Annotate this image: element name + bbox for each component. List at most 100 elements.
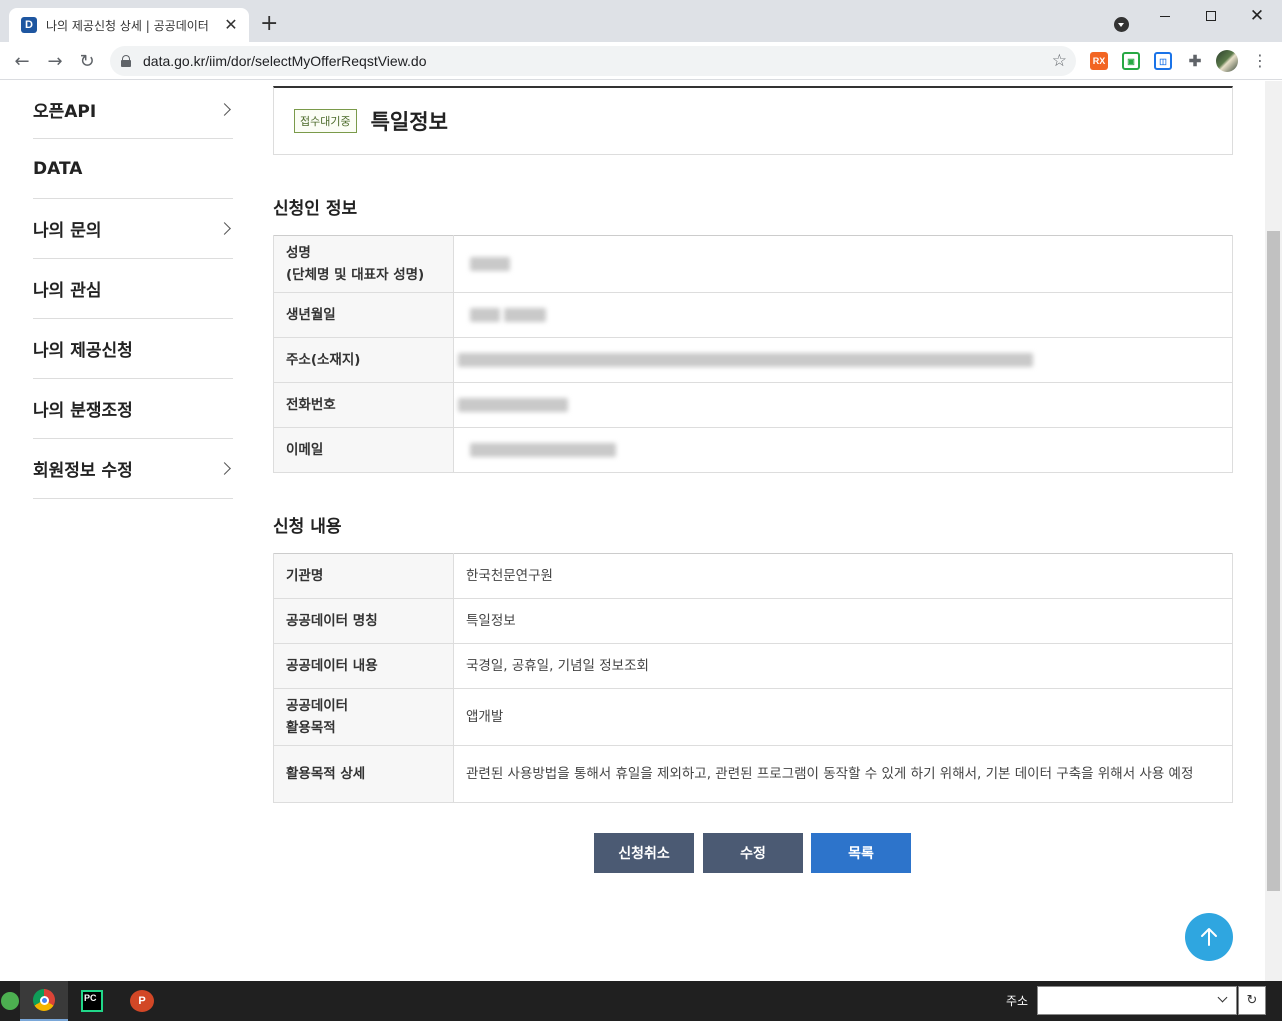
email-value-redacted bbox=[453, 427, 1233, 473]
url-text[interactable]: data.go.kr/iim/dor/selectMyOfferReqstVie… bbox=[143, 53, 1052, 69]
sidebar-item-label: 회원정보 수정 bbox=[33, 461, 133, 481]
sidebar-item-my-dispute[interactable]: 나의 분쟁조정 bbox=[33, 379, 233, 439]
sidebar-item-label: 나의 분쟁조정 bbox=[33, 401, 133, 421]
tab-title: 나의 제공신청 상세 | 공공데이터 bbox=[46, 18, 209, 33]
arrow-up-icon bbox=[1201, 928, 1217, 946]
chevron-down-icon[interactable] bbox=[1217, 992, 1228, 1003]
taskbar-refresh-icon[interactable]: ↻ bbox=[1238, 986, 1266, 1015]
sidebar-item-my-interest[interactable]: 나의 관심 bbox=[33, 259, 233, 319]
chrome-icon bbox=[33, 989, 55, 1011]
address-value-redacted bbox=[453, 337, 1233, 383]
chevron-right-icon bbox=[218, 462, 231, 475]
table-row: 공공데이터 명칭 특일정보 bbox=[273, 598, 1233, 644]
sidebar-item-open-api[interactable]: 오픈API bbox=[33, 81, 233, 139]
new-tab-button[interactable]: + bbox=[260, 13, 278, 35]
request-table: 기관명 한국천문연구원 공공데이터 명칭 특일정보 공공데이터 내용 국경일, … bbox=[273, 553, 1233, 803]
row-label: 기관명 bbox=[273, 553, 454, 599]
browser-tab[interactable]: D 나의 제공신청 상세 | 공공데이터 ✕ bbox=[9, 8, 249, 42]
extension-blue-icon[interactable]: ◫ bbox=[1154, 52, 1172, 70]
pycharm-icon: PC bbox=[81, 990, 103, 1012]
page-scrollbar[interactable] bbox=[1265, 81, 1282, 981]
window-minimize-button[interactable] bbox=[1142, 2, 1188, 30]
browser-tab-bar: D 나의 제공신청 상세 | 공공데이터 ✕ + ✕ bbox=[0, 0, 1282, 42]
sidebar-item-my-offer-request[interactable]: 나의 제공신청 bbox=[33, 319, 233, 379]
taskbar-pycharm[interactable]: PC bbox=[68, 981, 116, 1021]
table-row: 공공데이터 활용목적 앱개발 bbox=[273, 688, 1233, 746]
taskbar-address-label: 주소 bbox=[1006, 994, 1029, 1008]
chevron-right-icon bbox=[218, 103, 231, 116]
edit-button[interactable]: 수정 bbox=[703, 833, 803, 873]
address-bar[interactable]: data.go.kr/iim/dor/selectMyOfferReqstVie… bbox=[110, 46, 1076, 76]
sidebar-item-label: 나의 문의 bbox=[33, 221, 102, 241]
taskbar-powerpoint[interactable]: P bbox=[118, 981, 166, 1021]
sidebar-item-my-inquiry[interactable]: 나의 문의 bbox=[33, 199, 233, 259]
data-name-value: 특일정보 bbox=[453, 598, 1233, 644]
purpose-value: 앱개발 bbox=[453, 688, 1233, 746]
table-row: 기관명 한국천문연구원 bbox=[273, 553, 1233, 599]
window-maximize-button[interactable] bbox=[1188, 2, 1234, 30]
powerpoint-icon: P bbox=[130, 990, 154, 1012]
forward-arrow-icon[interactable]: → bbox=[43, 49, 67, 73]
sidebar-item-data[interactable]: DATA bbox=[33, 139, 233, 199]
sidebar-nav: 오픈API DATA 나의 문의 나의 관심 나의 제공신청 나의 분쟁조정 회… bbox=[33, 81, 233, 499]
sidebar-item-label: 오픈API bbox=[33, 102, 97, 122]
row-label-line: (단체명 및 대표자 성명) bbox=[286, 267, 425, 283]
scroll-to-top-button[interactable] bbox=[1185, 913, 1233, 961]
taskbar-address-input[interactable] bbox=[1037, 986, 1237, 1015]
row-label: 공공데이터 내용 bbox=[273, 643, 454, 689]
applicant-table: 성명 (단체명 및 대표자 성명) 생년월일 주소(소재지) 전화번호 이메일 bbox=[273, 235, 1233, 473]
profile-dropdown-icon[interactable] bbox=[1114, 17, 1129, 32]
row-label: 성명 (단체명 및 대표자 성명) bbox=[273, 235, 454, 293]
chevron-right-icon bbox=[218, 222, 231, 235]
row-label-line: 성명 bbox=[286, 245, 311, 261]
status-badge: 접수대기중 bbox=[294, 109, 357, 133]
row-label: 생년월일 bbox=[273, 292, 454, 338]
list-button[interactable]: 목록 bbox=[811, 833, 911, 873]
browser-toolbar: ← → ↻ data.go.kr/iim/dor/selectMyOfferRe… bbox=[0, 42, 1282, 80]
reload-icon[interactable]: ↻ bbox=[75, 49, 99, 73]
request-section-title: 신청 내용 bbox=[273, 517, 342, 537]
extensions-puzzle-icon[interactable]: ✚ bbox=[1186, 52, 1204, 70]
table-row: 전화번호 bbox=[273, 382, 1233, 428]
page-title: 특일정보 bbox=[370, 110, 448, 134]
applicant-section-title: 신청인 정보 bbox=[273, 199, 358, 219]
phone-value-redacted bbox=[453, 382, 1233, 428]
data-content-value: 국경일, 공휴일, 기념일 정보조회 bbox=[453, 643, 1233, 689]
cancel-request-button[interactable]: 신청취소 bbox=[594, 833, 694, 873]
sidebar-item-edit-member[interactable]: 회원정보 수정 bbox=[33, 439, 233, 499]
sidebar-item-label: 나의 관심 bbox=[33, 281, 102, 301]
window-close-button[interactable]: ✕ bbox=[1234, 2, 1280, 30]
taskbar-chrome[interactable] bbox=[20, 981, 68, 1021]
site-favicon-icon: D bbox=[21, 17, 37, 33]
birthdate-value-redacted bbox=[453, 292, 1233, 338]
sidebar-item-label: 나의 제공신청 bbox=[33, 341, 133, 361]
os-taskbar: PC P 주소 ↻ bbox=[0, 981, 1282, 1021]
table-row: 주소(소재지) bbox=[273, 337, 1233, 383]
profile-avatar[interactable] bbox=[1216, 50, 1238, 72]
request-title-box: 접수대기중 특일정보 bbox=[273, 86, 1233, 155]
purpose-detail-value: 관련된 사용방법을 통해서 휴일을 제외하고, 관련된 프로그램이 동작할 수 … bbox=[453, 745, 1233, 803]
name-value-redacted bbox=[453, 235, 1233, 293]
table-row: 생년월일 bbox=[273, 292, 1233, 338]
table-row: 공공데이터 내용 국경일, 공휴일, 기념일 정보조회 bbox=[273, 643, 1233, 689]
browser-menu-icon[interactable]: ⋮ bbox=[1252, 50, 1268, 72]
sidebar-item-label: DATA bbox=[33, 158, 83, 179]
tab-close-icon[interactable]: ✕ bbox=[223, 17, 239, 33]
row-label: 공공데이터 명칭 bbox=[273, 598, 454, 644]
org-name-value: 한국천문연구원 bbox=[453, 553, 1233, 599]
table-row: 활용목적 상세 관련된 사용방법을 통해서 휴일을 제외하고, 관련된 프로그램… bbox=[273, 745, 1233, 803]
table-row: 성명 (단체명 및 대표자 성명) bbox=[273, 235, 1233, 293]
table-row: 이메일 bbox=[273, 427, 1233, 473]
bookmark-star-icon[interactable]: ☆ bbox=[1052, 51, 1067, 71]
row-label: 주소(소재지) bbox=[273, 337, 454, 383]
scrollbar-thumb[interactable] bbox=[1267, 231, 1280, 891]
extension-green-icon[interactable]: ▣ bbox=[1122, 52, 1140, 70]
row-label: 이메일 bbox=[273, 427, 454, 473]
row-label-line: 공공데이터 bbox=[286, 698, 349, 714]
back-arrow-icon[interactable]: ← bbox=[10, 49, 34, 73]
row-label-line: 활용목적 bbox=[286, 720, 336, 736]
lock-icon[interactable] bbox=[121, 55, 131, 67]
row-label: 공공데이터 활용목적 bbox=[273, 688, 454, 746]
row-label: 전화번호 bbox=[273, 382, 454, 428]
extension-rx-icon[interactable]: RX bbox=[1090, 52, 1108, 70]
